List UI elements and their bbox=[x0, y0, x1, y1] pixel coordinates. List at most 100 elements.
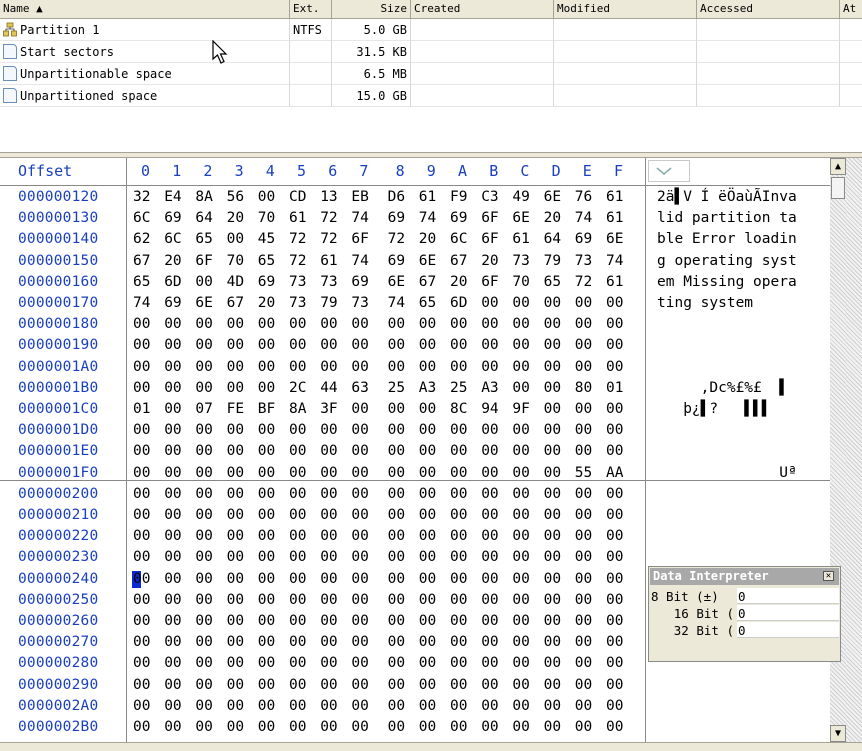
hex-byte[interactable]: 00 bbox=[320, 675, 337, 696]
hex-byte[interactable]: 00 bbox=[227, 484, 244, 505]
hex-byte[interactable]: E4 bbox=[164, 187, 181, 208]
hex-byte[interactable]: 00 bbox=[133, 357, 150, 378]
ascii-text[interactable]: ,Dc%£%£ ▌ bbox=[657, 378, 788, 399]
hex-byte[interactable]: 00 bbox=[195, 653, 212, 674]
hex-byte[interactable]: 00 bbox=[133, 547, 150, 568]
file-list-row[interactable]: Unpartitioned space 15.0 GB bbox=[0, 85, 862, 107]
hex-byte[interactable]: 76 bbox=[575, 187, 592, 208]
hex-byte[interactable]: 00 bbox=[450, 717, 467, 738]
hex-byte[interactable]: 00 bbox=[289, 357, 306, 378]
hex-byte[interactable]: 61 bbox=[320, 251, 337, 272]
hex-byte[interactable]: 00 bbox=[450, 590, 467, 611]
file-list-row[interactable]: Partition 1 NTFS 5.0 GB bbox=[0, 19, 862, 41]
hex-byte[interactable]: 00 bbox=[258, 632, 275, 653]
hex-byte[interactable]: 00 bbox=[133, 441, 150, 462]
hex-byte[interactable]: 00 bbox=[544, 717, 561, 738]
hex-byte[interactable]: 00 bbox=[606, 717, 623, 738]
column-header-ext[interactable]: Ext. bbox=[290, 0, 332, 18]
hex-byte[interactable]: 00 bbox=[575, 484, 592, 505]
hex-byte[interactable]: 00 bbox=[512, 335, 529, 356]
hex-byte[interactable]: 00 bbox=[195, 314, 212, 335]
di-value[interactable]: 0 bbox=[737, 622, 839, 638]
hex-byte[interactable]: 00 bbox=[544, 441, 561, 462]
hex-byte[interactable]: 00 bbox=[575, 357, 592, 378]
hex-byte[interactable]: 00 bbox=[351, 547, 368, 568]
hex-byte[interactable]: 00 bbox=[606, 441, 623, 462]
hex-byte[interactable]: 01 bbox=[606, 378, 623, 399]
column-header-accessed[interactable]: Accessed bbox=[697, 0, 840, 18]
hex-byte[interactable]: 00 bbox=[133, 569, 150, 590]
charset-dropdown[interactable] bbox=[648, 160, 690, 182]
hex-byte[interactable]: 00 bbox=[258, 526, 275, 547]
hex-byte[interactable]: 20 bbox=[227, 208, 244, 229]
hex-byte[interactable]: 00 bbox=[450, 505, 467, 526]
hex-byte[interactable]: 00 bbox=[419, 717, 436, 738]
hex-byte[interactable]: 63 bbox=[351, 378, 368, 399]
hex-byte[interactable]: 00 bbox=[351, 484, 368, 505]
hex-byte[interactable]: 6F bbox=[481, 229, 498, 250]
hex-byte[interactable]: A3 bbox=[481, 378, 498, 399]
hex-byte[interactable]: 69 bbox=[351, 272, 368, 293]
hex-byte[interactable]: 00 bbox=[388, 717, 405, 738]
hex-byte[interactable]: 00 bbox=[419, 526, 436, 547]
hex-byte[interactable]: 00 bbox=[320, 357, 337, 378]
hex-byte[interactable]: 00 bbox=[512, 717, 529, 738]
hex-byte[interactable]: 00 bbox=[419, 611, 436, 632]
hex-byte[interactable]: 6C bbox=[133, 208, 150, 229]
hex-byte[interactable]: 00 bbox=[133, 675, 150, 696]
hex-byte[interactable]: 00 bbox=[133, 590, 150, 611]
hex-byte[interactable]: 69 bbox=[164, 208, 181, 229]
hex-byte[interactable]: 70 bbox=[258, 208, 275, 229]
ascii-text[interactable]: ble Error loadin bbox=[657, 229, 797, 250]
hex-byte[interactable]: 72 bbox=[289, 251, 306, 272]
hex-byte[interactable]: 00 bbox=[450, 420, 467, 441]
hex-byte[interactable]: 00 bbox=[227, 314, 244, 335]
hex-byte[interactable]: 00 bbox=[164, 505, 181, 526]
hex-byte[interactable]: 00 bbox=[419, 441, 436, 462]
hex-byte[interactable]: 00 bbox=[320, 717, 337, 738]
column-header-attr[interactable]: At bbox=[840, 0, 862, 18]
hex-byte[interactable]: 00 bbox=[575, 569, 592, 590]
hex-byte[interactable]: 8A bbox=[195, 187, 212, 208]
hex-byte[interactable]: 00 bbox=[575, 717, 592, 738]
hex-byte[interactable]: 00 bbox=[606, 611, 623, 632]
hex-byte[interactable]: 61 bbox=[419, 187, 436, 208]
hex-byte[interactable]: 00 bbox=[258, 653, 275, 674]
hex-byte[interactable]: 6F bbox=[481, 208, 498, 229]
hex-byte[interactable]: 00 bbox=[575, 611, 592, 632]
hex-byte[interactable]: 00 bbox=[258, 717, 275, 738]
hex-byte[interactable]: 00 bbox=[606, 675, 623, 696]
hex-byte[interactable]: 00 bbox=[544, 314, 561, 335]
hex-byte[interactable]: 00 bbox=[419, 399, 436, 420]
hex-byte[interactable]: 01 bbox=[133, 399, 150, 420]
hex-byte[interactable]: 00 bbox=[351, 696, 368, 717]
hex-byte[interactable]: FE bbox=[227, 399, 244, 420]
hex-byte[interactable]: 00 bbox=[419, 547, 436, 568]
hex-byte[interactable]: 65 bbox=[133, 272, 150, 293]
file-list-row[interactable]: Start sectors 31.5 KB bbox=[0, 41, 862, 63]
hex-byte[interactable]: 00 bbox=[544, 653, 561, 674]
hex-byte[interactable]: 00 bbox=[606, 335, 623, 356]
hex-byte[interactable]: 00 bbox=[450, 696, 467, 717]
hex-byte[interactable]: 00 bbox=[320, 335, 337, 356]
hex-byte[interactable]: 07 bbox=[195, 399, 212, 420]
hex-byte[interactable]: 00 bbox=[164, 547, 181, 568]
file-list-row[interactable]: Unpartitionable space 6.5 MB bbox=[0, 63, 862, 85]
hex-byte[interactable]: 00 bbox=[195, 569, 212, 590]
hex-byte[interactable]: 00 bbox=[164, 335, 181, 356]
column-header-created[interactable]: Created bbox=[411, 0, 554, 18]
hex-byte[interactable]: 00 bbox=[450, 547, 467, 568]
hex-byte[interactable]: 56 bbox=[227, 187, 244, 208]
hex-byte[interactable]: 00 bbox=[388, 611, 405, 632]
scroll-up-icon[interactable]: ▲ bbox=[830, 158, 846, 175]
hex-byte[interactable]: 00 bbox=[289, 314, 306, 335]
hex-byte[interactable]: 00 bbox=[544, 505, 561, 526]
hex-byte[interactable]: 00 bbox=[388, 399, 405, 420]
hex-byte[interactable]: 00 bbox=[575, 547, 592, 568]
hex-byte[interactable]: 00 bbox=[450, 569, 467, 590]
hex-byte[interactable]: 00 bbox=[575, 420, 592, 441]
ascii-text[interactable]: þ¿▌? ▌▌▌ bbox=[657, 399, 770, 420]
hex-byte[interactable]: 00 bbox=[320, 611, 337, 632]
hex-editor[interactable]: Offset 0123456789ABCDEF 000000120 32 E4 8A 5… bbox=[0, 158, 862, 750]
hex-byte[interactable]: 00 bbox=[351, 590, 368, 611]
